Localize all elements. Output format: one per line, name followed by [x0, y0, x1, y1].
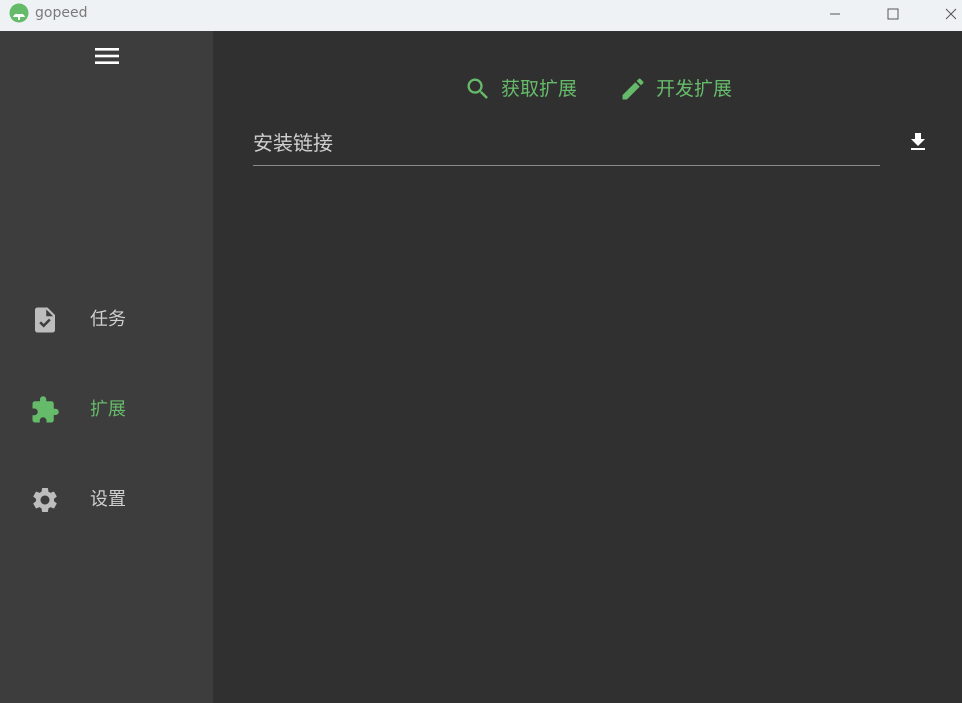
develop-extension-label: 开发扩展	[656, 78, 733, 100]
get-extensions-button[interactable]: 获取扩展	[464, 73, 577, 105]
gopeed-logo-icon	[9, 3, 29, 23]
maximize-button[interactable]	[870, 0, 916, 28]
puzzle-extension-icon	[32, 396, 59, 423]
get-extensions-label: 获取扩展	[501, 78, 578, 100]
search-icon	[467, 78, 488, 99]
app-window: gopeed 任务 扩展 设置 获取扩展 开发扩展 安装链接	[0, 0, 962, 703]
maximize-icon	[887, 8, 899, 20]
sidebar-item-label: 设置	[90, 489, 126, 510]
hamburger-menu-icon	[95, 48, 119, 64]
sidebar-item-tasks[interactable]: 任务	[0, 294, 213, 342]
minimize-icon	[830, 13, 840, 15]
menu-button[interactable]	[90, 43, 124, 69]
sidebar-item-extensions[interactable]: 扩展	[0, 384, 213, 432]
sidebar-item-label: 扩展	[90, 399, 126, 420]
install-link-input[interactable]	[253, 121, 880, 166]
window-title: gopeed	[35, 5, 88, 21]
install-link-field	[253, 121, 880, 177]
sidebar: 任务 扩展 设置	[0, 31, 213, 703]
download-icon	[911, 133, 925, 150]
install-button[interactable]	[903, 127, 933, 157]
minimize-button[interactable]	[812, 0, 858, 28]
title-bar: gopeed	[0, 0, 962, 31]
close-icon	[945, 8, 957, 20]
sidebar-item-settings[interactable]: 设置	[0, 474, 213, 522]
gear-icon	[33, 488, 57, 512]
close-button[interactable]	[928, 0, 962, 28]
develop-extension-button[interactable]: 开发扩展	[619, 73, 732, 105]
main-content: 获取扩展 开发扩展	[213, 31, 962, 703]
sidebar-item-label: 任务	[90, 309, 126, 330]
pencil-icon	[622, 78, 644, 100]
task-file-check-icon	[35, 307, 55, 333]
